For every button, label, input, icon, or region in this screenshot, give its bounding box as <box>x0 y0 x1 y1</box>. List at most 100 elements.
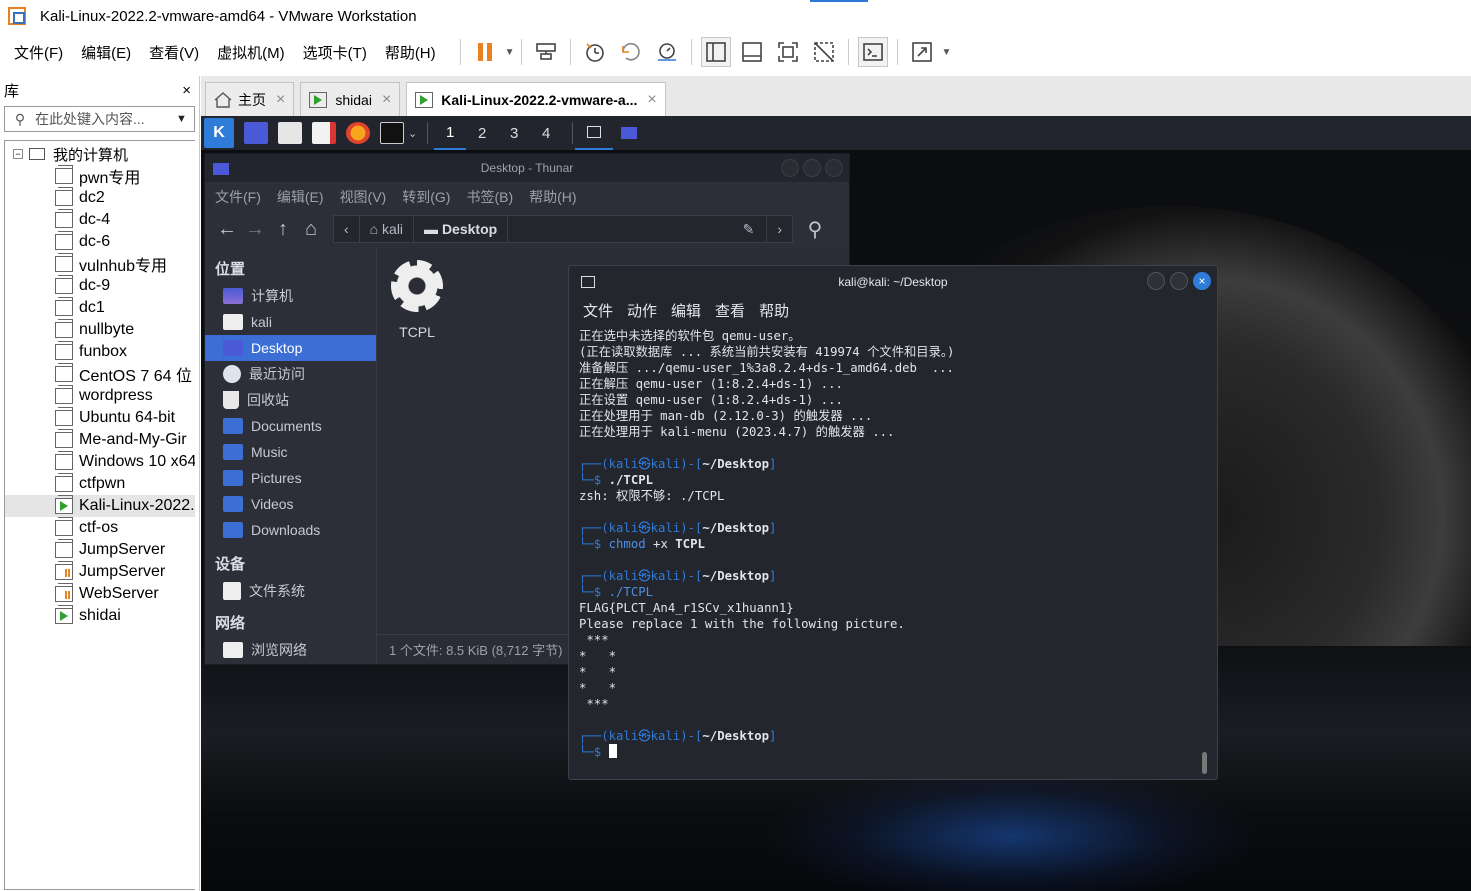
close-button[interactable] <box>825 159 843 177</box>
tree-item-vm[interactable]: dc-9 <box>5 275 195 297</box>
menu-vm[interactable]: 虚拟机(M) <box>217 42 285 63</box>
path-segment-desktop[interactable]: ▬ Desktop <box>414 216 509 242</box>
show-desktop-icon[interactable] <box>244 122 268 144</box>
tab-kali[interactable]: Kali-Linux-2022.2-vmware-a... × <box>406 82 666 116</box>
menu-edit[interactable]: 编辑(E) <box>81 42 131 63</box>
terminal-icon[interactable] <box>380 122 404 144</box>
tree-item-vm[interactable]: pwn专用 <box>5 165 195 187</box>
sidebar-item-downloads[interactable]: Downloads <box>205 517 376 543</box>
tree-item-vm[interactable]: Windows 10 x64 <box>5 451 195 473</box>
location-bar[interactable]: ‹ ⌂ kali ▬ Desktop ✎ › <box>333 215 793 243</box>
tree-item-vm[interactable]: dc-6 <box>5 231 195 253</box>
workspace-2[interactable]: 2 <box>466 116 498 150</box>
terminal-titlebar[interactable]: kali@kali: ~/Desktop × <box>569 266 1217 298</box>
search-icon[interactable]: ⚲ <box>801 217 829 242</box>
snapshot-icon[interactable] <box>580 37 610 67</box>
close-icon[interactable]: × <box>182 82 191 99</box>
sidebar-item-music[interactable]: Music <box>205 439 376 465</box>
sidebar-item-filesystem[interactable]: 文件系统 <box>205 578 376 604</box>
terminal-scrollbar[interactable] <box>1202 752 1207 774</box>
chevron-down-icon[interactable]: ⌄ <box>408 127 417 140</box>
sidebar-item-documents[interactable]: Documents <box>205 413 376 439</box>
thunar-menu-edit[interactable]: 编辑(E) <box>277 187 324 207</box>
tree-item-vm[interactable]: shidai <box>5 605 195 627</box>
menu-help[interactable]: 帮助(H) <box>385 42 436 63</box>
sidebar-item-recent[interactable]: 最近访问 <box>205 361 376 387</box>
close-icon[interactable]: × <box>276 91 285 109</box>
tree-item-vm[interactable]: dc-4 <box>5 209 195 231</box>
terminal-menu-actions[interactable]: 动作 <box>627 300 657 321</box>
console-icon[interactable] <box>857 37 888 67</box>
tree-item-vm[interactable]: WebServer <box>5 583 195 605</box>
sidebar-item-pictures[interactable]: Pictures <box>205 465 376 491</box>
tree-item-vm[interactable]: Ubuntu 64-bit <box>5 407 195 429</box>
thunar-titlebar[interactable]: Desktop - Thunar <box>205 154 849 182</box>
minimize-button[interactable] <box>1147 272 1165 290</box>
tree-item-vm[interactable]: Me-and-My-Gir <box>5 429 195 451</box>
chevron-down-icon[interactable]: ▼ <box>505 47 515 58</box>
vm-console[interactable]: K ⌄ 1 2 3 4 Desktop - Thunar 文件(F) 编辑(E)… <box>201 116 1471 891</box>
tree-item-vm[interactable]: dc2 <box>5 187 195 209</box>
close-button[interactable]: × <box>1193 272 1211 290</box>
tree-item-vm[interactable]: JumpServer <box>5 561 195 583</box>
chevron-down-icon[interactable]: ▼ <box>942 47 952 58</box>
thunar-menu-bookmarks[interactable]: 书签(B) <box>466 187 513 207</box>
chevron-down-icon[interactable]: ▼ <box>176 113 194 125</box>
workspace-4[interactable]: 4 <box>530 116 562 150</box>
terminal-output[interactable]: 正在选中未选择的软件包 qemu-user。 (正在读取数据库 ... 系统当前共… <box>569 322 1217 760</box>
file-item-tcpl[interactable]: TCPL <box>389 260 445 340</box>
workspace-1[interactable]: 1 <box>434 116 467 150</box>
up-arrow-icon[interactable]: ↑ <box>269 218 297 241</box>
maximize-button[interactable] <box>1170 272 1188 290</box>
text-editor-icon[interactable] <box>312 122 336 144</box>
sidebar-item-videos[interactable]: Videos <box>205 491 376 517</box>
terminal-menu-edit[interactable]: 编辑 <box>671 300 701 321</box>
tree-item-vm[interactable]: ctf-os <box>5 517 195 539</box>
snapshot-manager-icon[interactable] <box>652 37 682 67</box>
tab-shidai[interactable]: shidai × <box>300 82 401 116</box>
sidebar-item-trash[interactable]: 回收站 <box>205 387 376 413</box>
maximize-button[interactable] <box>803 159 821 177</box>
terminal-menu-view[interactable]: 查看 <box>715 300 745 321</box>
tree-item-vm[interactable]: dc1 <box>5 297 195 319</box>
pause-icon[interactable] <box>470 37 500 67</box>
tree-item-vm[interactable]: ctfpwn <box>5 473 195 495</box>
terminal-menu-file[interactable]: 文件 <box>583 300 613 321</box>
tree-item-vm[interactable]: funbox <box>5 341 195 363</box>
terminal-menu-help[interactable]: 帮助 <box>759 300 789 321</box>
menu-file[interactable]: 文件(F) <box>14 42 63 63</box>
kali-menu-icon[interactable]: K <box>204 118 234 148</box>
tree-item-vm[interactable]: JumpServer <box>5 539 195 561</box>
tree-item-vm[interactable]: CentOS 7 64 位 <box>5 363 195 385</box>
tree-item-vm[interactable]: nullbyte <box>5 319 195 341</box>
fullscreen-icon[interactable] <box>773 37 803 67</box>
file-manager-icon[interactable] <box>278 122 302 144</box>
thumbnail-view-icon[interactable] <box>737 37 767 67</box>
stretch-icon[interactable] <box>907 37 937 67</box>
menu-tabs[interactable]: 选项卡(T) <box>303 42 367 63</box>
chevron-right-icon[interactable]: › <box>766 216 792 242</box>
workspace-3[interactable]: 3 <box>498 116 530 150</box>
sidebar-item-computer[interactable]: 计算机 <box>205 283 376 309</box>
pencil-icon[interactable]: ✎ <box>731 221 767 238</box>
path-segment-kali[interactable]: ⌂ kali <box>360 216 415 242</box>
send-ctrl-alt-del-icon[interactable] <box>531 37 561 67</box>
library-view-icon[interactable] <box>700 37 731 67</box>
taskbar-terminal[interactable] <box>575 116 614 150</box>
tree-item-vm-selected[interactable]: Kali-Linux-2022. <box>5 495 195 517</box>
thunar-menu-help[interactable]: 帮助(H) <box>529 187 576 207</box>
tab-home[interactable]: 主页 × <box>205 82 295 116</box>
thunar-menu-file[interactable]: 文件(F) <box>215 187 261 207</box>
tree-root-my-computer[interactable]: − 我的计算机 <box>5 143 195 165</box>
sidebar-item-desktop[interactable]: Desktop <box>205 335 376 361</box>
forward-arrow-icon[interactable]: → <box>241 218 269 241</box>
collapse-icon[interactable]: − <box>13 149 23 159</box>
chevron-left-icon[interactable]: ‹ <box>334 216 360 242</box>
firefox-icon[interactable] <box>346 122 370 144</box>
taskbar-thunar[interactable] <box>613 116 645 150</box>
revert-snapshot-icon[interactable] <box>616 37 646 67</box>
close-icon[interactable]: × <box>382 91 391 109</box>
close-icon[interactable]: × <box>647 91 656 109</box>
back-arrow-icon[interactable]: ← <box>213 218 241 241</box>
menu-view[interactable]: 查看(V) <box>149 42 199 63</box>
